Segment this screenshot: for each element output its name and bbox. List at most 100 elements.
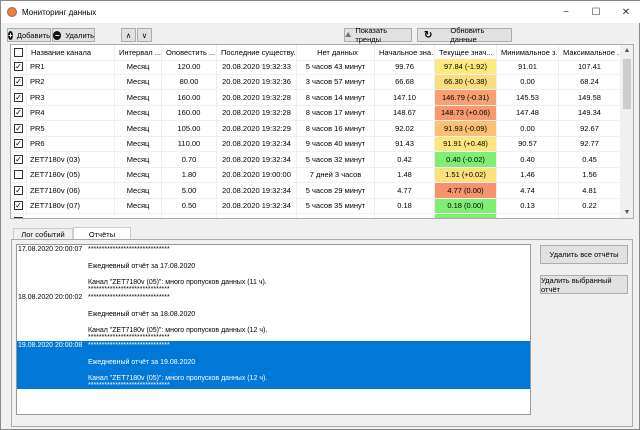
row-checkbox[interactable]: ✓ (11, 74, 27, 89)
cell-interval: Месяц (115, 59, 162, 74)
col-header[interactable]: Минимальное з... (497, 45, 559, 60)
cell-name: ZET7180v (08) (27, 214, 115, 218)
delete-selected-report-button[interactable]: Удалить выбранный отчёт (540, 275, 628, 294)
row-checkbox[interactable]: ✓ (11, 59, 27, 74)
col-header[interactable]: Последние существу... (217, 45, 297, 60)
cell-last: 20.08.2020 19:32:34 (217, 136, 297, 151)
col-header[interactable]: Оповестить ... (162, 45, 217, 60)
vertical-scrollbar[interactable]: ▲ ▼ (621, 45, 633, 218)
scroll-down-icon[interactable]: ▼ (621, 209, 633, 216)
cell-last: 20.08.2020 19:32:34 (217, 152, 297, 167)
cell-initial: 91.43 (375, 136, 435, 151)
row-checkbox[interactable]: ✓ (11, 90, 27, 105)
remove-button[interactable]: − Удалить (52, 28, 95, 42)
cell-nodata: 8 часов 14 минут (297, 90, 375, 105)
cell-interval: Месяц (115, 183, 162, 198)
cell-min: 91.01 (497, 59, 559, 74)
row-checkbox[interactable]: ✓ (11, 121, 27, 136)
select-all-checkbox[interactable] (11, 45, 27, 60)
cell-max: 107.41 (559, 59, 621, 74)
cell-max: 149.58 (559, 90, 621, 105)
maximize-button[interactable]: ☐ (581, 1, 611, 23)
minus-icon: − (53, 30, 62, 40)
row-checkbox[interactable]: ✓ (11, 136, 27, 151)
trends-label: Показать тренды (355, 26, 388, 44)
table-row[interactable]: ✓ PR4 Месяц 160.00 20.08.2020 19:32:28 8 часо… (11, 105, 621, 121)
report-entry[interactable]: 19.08.2020 20:00:08 ********************… (17, 341, 530, 389)
row-checkbox[interactable]: ✓ (11, 152, 27, 167)
table-row[interactable]: ✓ ZET7180v (06) Месяц 5.00 20.08.2020 19:32:… (11, 183, 621, 199)
cell-max: 0.45 (559, 152, 621, 167)
table-row[interactable]: ✓ ZET7180v (07) Месяц 0.50 20.08.2020 19:32:… (11, 198, 621, 214)
cell-nodata: 5 часов 29 минут (297, 183, 375, 198)
cell-nodata: 5 часов 43 минут (297, 59, 375, 74)
col-header[interactable]: Максимальное ... (559, 45, 621, 60)
cell-interval: Месяц (115, 198, 162, 213)
cell-min: 90.57 (497, 136, 559, 151)
col-header[interactable]: Текущее знач... (435, 45, 497, 60)
scroll-up-icon[interactable]: ▲ (621, 47, 633, 54)
cell-current: 146.79 (-0.31) (435, 90, 497, 105)
cell-max: 0.22 (559, 198, 621, 213)
col-header[interactable]: Название канала (27, 45, 115, 60)
table-row[interactable]: ✓ ZET7180v (03) Месяц 0.70 20.08.2020 19:32:… (11, 152, 621, 168)
add-button[interactable]: + Добавить (7, 28, 51, 42)
row-checkbox[interactable]: ✓ (11, 183, 27, 198)
cell-notify: 160.00 (162, 90, 217, 105)
cell-min: 0.38 (497, 214, 559, 218)
cell-notify: 120.00 (162, 59, 217, 74)
cell-max: 0.42 (559, 214, 621, 218)
report-time: 17.08.2020 20:00:07 (18, 246, 83, 253)
cell-notify: 105.00 (162, 121, 217, 136)
table-row[interactable]: ✓ PR3 Месяц 160.00 20.08.2020 19:32:28 8 часо… (11, 90, 621, 106)
checkbox-icon: ✓ (14, 139, 23, 149)
cell-min: 147.48 (497, 105, 559, 120)
report-stars-end: ****************************** (88, 382, 170, 389)
table-row[interactable]: ZET7180v (05) Месяц 1.80 20.08.2020 19:00:0… (11, 167, 621, 183)
report-entry[interactable]: 17.08.2020 20:00:07 ********************… (17, 245, 530, 293)
cell-max: 1.56 (559, 167, 621, 182)
cell-current: 97.84 (-1.92) (435, 59, 497, 74)
cell-interval: Месяц (115, 152, 162, 167)
cell-initial: 4.77 (375, 183, 435, 198)
table-row[interactable]: ✓ ZET7180v (08)Месяц0.7020.08.2020 19:32:… (11, 214, 621, 218)
channels-table[interactable]: Название канала Интервал ... Оповестить … (10, 44, 634, 219)
remove-label: Удалить (65, 30, 94, 40)
cell-initial: 0.40 (375, 214, 435, 218)
table-row[interactable]: ✓ PR1 Месяц 120.00 20.08.2020 19:32:33 5 часо… (11, 59, 621, 75)
row-checkbox[interactable]: ✓ (11, 105, 27, 120)
cell-current: 66.30 (-0.38) (435, 74, 497, 89)
report-title: Ежедневный отчёт за 18.08.2020 (88, 311, 196, 318)
col-header[interactable]: Интервал ... (115, 45, 162, 60)
app-icon (7, 7, 17, 17)
show-trends-button[interactable]: ⛰ Показать тренды (344, 26, 412, 44)
move-up-button[interactable]: ∧ (121, 28, 136, 42)
report-entry[interactable]: 18.08.2020 20:00:02 ********************… (17, 293, 530, 341)
cell-name: PR3 (27, 90, 115, 105)
move-down-button[interactable]: ∨ (137, 28, 152, 42)
cell-min: 0.13 (497, 198, 559, 213)
cell-max: 149.34 (559, 105, 621, 120)
row-checkbox[interactable]: ✓ (11, 214, 27, 218)
minimize-button[interactable]: − (551, 1, 581, 23)
close-button[interactable]: ✕ (611, 1, 640, 23)
row-checkbox[interactable] (11, 167, 27, 182)
refresh-button[interactable]: ↻ Обновить данные (417, 26, 512, 44)
row-checkbox[interactable]: ✓ (11, 198, 27, 213)
cell-name: ZET7180v (05) (27, 167, 115, 182)
col-header[interactable]: Нет данных (297, 45, 375, 60)
col-header[interactable]: Начальное зна... (375, 45, 435, 60)
delete-all-reports-button[interactable]: Удалить все отчёты (540, 245, 628, 264)
cell-interval: Месяц (115, 105, 162, 120)
cell-interval: Месяц (115, 167, 162, 182)
title-bar: Мониторинг данных − ☐ ✕ (1, 1, 640, 23)
table-row[interactable]: ✓ PR2 Месяц 80.00 20.08.2020 19:32:36 3 часов… (11, 74, 621, 90)
cell-last: 20.08.2020 19:32:28 (217, 105, 297, 120)
cell-last: 20.08.2020 19:32:29 (217, 121, 297, 136)
cell-last: 20.08.2020 19:32:34 (217, 198, 297, 213)
table-row[interactable]: ✓ PR5 Месяц 105.00 20.08.2020 19:32:29 8 часо… (11, 121, 621, 137)
reports-list[interactable]: 17.08.2020 20:00:07 ********************… (16, 244, 531, 415)
scroll-thumb[interactable] (623, 59, 631, 109)
table-row[interactable]: ✓ PR6 Месяц 110.00 20.08.2020 19:32:34 9 часо… (11, 136, 621, 152)
cell-interval: Месяц (115, 136, 162, 151)
